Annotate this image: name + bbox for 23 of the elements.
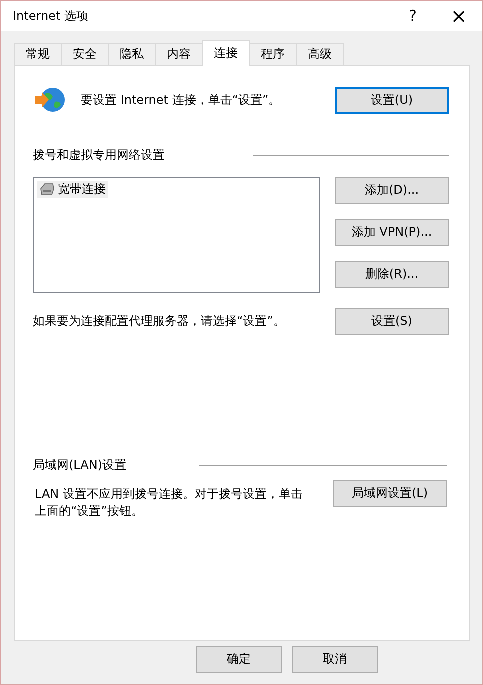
modem-icon bbox=[39, 183, 55, 196]
dialup-button[interactable]: 添加 VPN(P)... bbox=[335, 219, 449, 246]
close-button[interactable]: × bbox=[436, 1, 482, 31]
connection-label: 宽带连接 bbox=[58, 181, 106, 198]
settings-button[interactable]: 设置(S) bbox=[335, 308, 449, 335]
window-title: Internet 选项 bbox=[13, 8, 90, 24]
section-heading: 拨号和虚拟专用网络设置 bbox=[33, 147, 165, 164]
tab[interactable]: 高级 bbox=[296, 43, 344, 65]
proxy-text: 如果要为连接配置代理服务器，请选择“设置”。 bbox=[33, 313, 286, 330]
setup-text: 要设置 Internet 连接，单击“设置”。 bbox=[81, 92, 282, 108]
connection-item[interactable]: 宽带连接 bbox=[37, 181, 108, 198]
tab[interactable]: 连接 bbox=[202, 40, 250, 66]
lan-text: LAN 设置不应用到拨号连接。对于拨号设置，单击上面的“设置”按钮。 bbox=[34, 486, 304, 520]
help-button[interactable]: ? bbox=[390, 1, 436, 31]
dialog-button[interactable]: 确定 bbox=[196, 646, 282, 673]
section-heading: 局域网(LAN)设置 bbox=[33, 457, 127, 474]
setup-button[interactable]: 设置(U) bbox=[335, 86, 449, 114]
dialup-button[interactable]: 删除(R)... bbox=[335, 261, 449, 288]
globe-icon bbox=[33, 86, 67, 114]
dialup-button[interactable]: 添加(D)... bbox=[335, 177, 449, 204]
tab[interactable]: 常规 bbox=[14, 43, 62, 65]
dialog-button[interactable]: 取消 bbox=[292, 646, 378, 673]
lan-settings-button[interactable]: 局域网设置(L) bbox=[333, 480, 447, 507]
